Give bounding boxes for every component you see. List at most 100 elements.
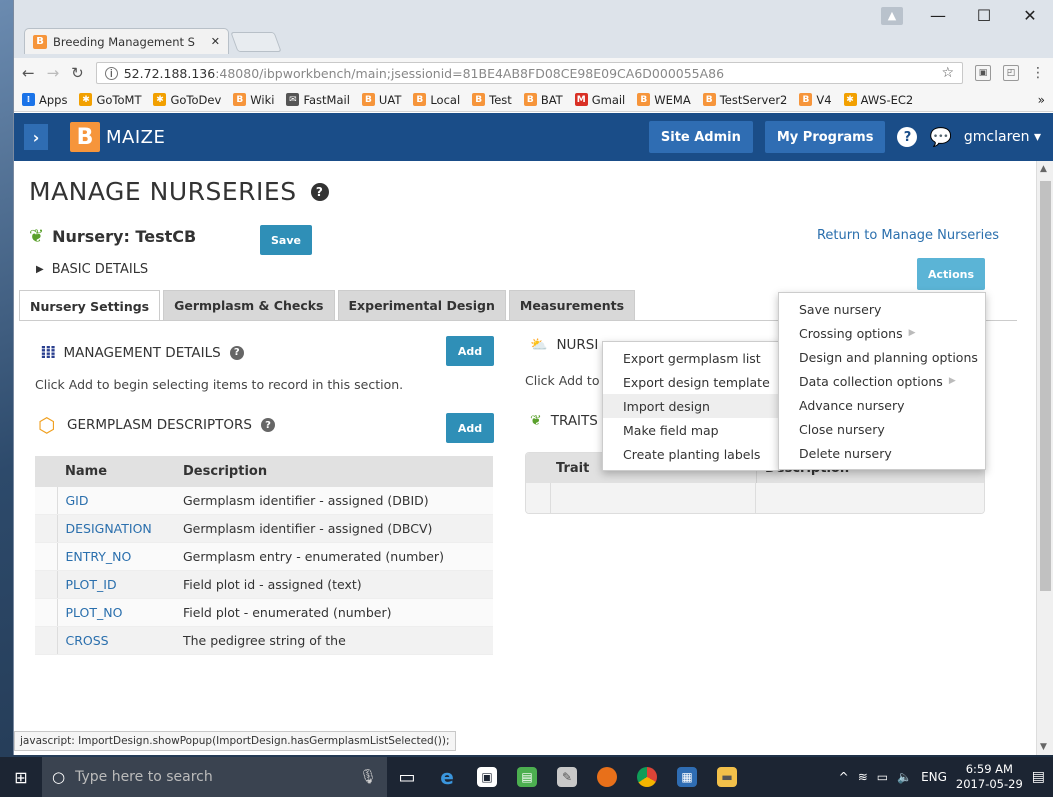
row-select-cell[interactable] [35,626,58,655]
bookmark-item[interactable]: ✉ FastMail [286,93,350,107]
windows-start-icon[interactable]: ⊞ [0,768,42,787]
row-select-cell[interactable] [35,570,58,599]
maximize-button[interactable]: ☐ [961,6,1007,25]
scroll-down-icon[interactable]: ▼ [1040,742,1047,752]
menu-item[interactable]: Make field map [603,418,779,442]
menu-item[interactable]: Create planting labels [603,442,779,466]
sidebar-toggle-chevron-icon[interactable]: › [24,124,48,150]
descriptor-name-link[interactable]: PLOT_NO [57,598,175,627]
actions-button[interactable]: Actions [917,258,985,290]
descriptor-name-link[interactable]: ENTRY_NO [57,542,175,571]
paint-app-icon[interactable]: ✎ [547,757,587,797]
back-icon[interactable]: ← [22,64,35,82]
bookmark-item[interactable]: B WEMA [637,93,691,107]
save-button[interactable]: Save [260,225,312,255]
tray-chevron-up-icon[interactable]: ^ [839,770,849,784]
bookmark-item[interactable]: B V4 [799,93,832,107]
add-management-button[interactable]: Add [446,336,494,366]
bookmark-item[interactable]: B TestServer2 [702,93,787,107]
descriptor-name-link[interactable]: PLOT_ID [57,570,175,599]
menu-icon[interactable]: ⋮ [1031,65,1045,81]
bookmark-item[interactable]: ✱ GoToDev [153,93,221,107]
menu-item[interactable]: Delete nursery [779,441,985,465]
task-view-icon[interactable]: ▭ [387,757,427,797]
menu-item[interactable]: Crossing options ▶ [779,321,985,345]
page-scrollbar[interactable]: ▲ ▼ [1036,161,1053,755]
row-select-cell[interactable] [35,514,58,543]
microphone-icon[interactable]: 🎙 [359,769,377,785]
battery-icon[interactable]: ▭ [877,770,888,784]
table-row[interactable]: ENTRY_NO Germplasm entry - enumerated (nu… [35,542,493,571]
clock[interactable]: 6:59 AM 2017-05-29 [956,762,1023,792]
menu-item[interactable]: Import design [603,394,779,418]
firefox-icon[interactable] [587,757,627,797]
menu-item[interactable]: Export germplasm list [603,346,779,370]
store-icon[interactable]: ▣ [467,757,507,797]
site-admin-button[interactable]: Site Admin [648,121,753,153]
help-icon[interactable]: ? [897,127,918,147]
table-row[interactable]: PLOT_NO Field plot - enumerated (number) [35,598,493,627]
user-menu[interactable]: gmclaren ▾ [964,129,1041,145]
profile-icon[interactable]: ▲ [881,6,903,25]
basic-details-toggle[interactable]: ▶ BASIC DETAILS [36,262,148,277]
table-row[interactable]: DESIGNATION Germplasm identifier - assign… [35,514,493,543]
scrollbar-thumb[interactable] [1040,181,1051,591]
row-select-cell[interactable] [35,598,58,627]
menu-item[interactable]: Export design template [603,370,779,394]
close-window-button[interactable]: ✕ [1007,6,1053,25]
notification-icon[interactable]: ▤ [1032,769,1045,785]
row-select-cell[interactable] [35,487,58,515]
bookmark-item[interactable]: B BAT [523,93,563,107]
descriptor-name-link[interactable]: DESIGNATION [57,514,175,543]
help-icon[interactable]: ? [229,345,244,360]
chrome-icon[interactable] [627,757,667,797]
bookmark-item[interactable]: B Wiki [233,93,274,107]
bookmarks-more[interactable]: » [1038,93,1045,107]
tab-experimental-design[interactable]: Experimental Design [337,290,506,320]
bookmark-item[interactable]: M Gmail [574,93,625,107]
descriptor-name-link[interactable]: CROSS [57,626,175,655]
minimize-button[interactable]: — [915,6,961,25]
edge-icon[interactable]: e [427,757,467,797]
notepad-app-icon[interactable]: ▤ [507,757,547,797]
menu-item[interactable]: Data collection options ▶ [779,369,985,393]
volume-icon[interactable]: 🔈 [897,770,912,784]
bookmark-item[interactable]: B Local [413,93,460,107]
new-tab-button[interactable] [230,32,282,52]
reload-icon[interactable]: ↻ [71,64,84,82]
file-explorer-icon[interactable]: ▬ [707,757,747,797]
my-programs-button[interactable]: My Programs [764,121,886,153]
chat-icon[interactable]: 💬 [929,127,951,148]
table-row[interactable]: PLOT_ID Field plot id - assigned (text) [35,570,493,599]
url-input[interactable]: i 52.72.188.136:48080/ibpworkbench/main;… [95,62,963,84]
remote-desktop-icon[interactable]: ▦ [667,757,707,797]
star-icon[interactable]: ☆ [941,65,954,81]
menu-item[interactable]: Advance nursery [779,393,985,417]
bookmark-item[interactable]: ⁞ Apps [22,93,67,107]
descriptor-name-link[interactable]: GID [57,487,175,515]
browser-tab[interactable]: B Breeding Management S ✕ [24,28,229,54]
language-indicator[interactable]: ENG [921,770,947,784]
extension-icon-2[interactable]: ◰ [1003,65,1019,81]
help-icon[interactable]: ? [310,182,329,201]
network-icon[interactable]: ≋ [858,770,868,784]
info-icon[interactable]: i [104,66,118,80]
close-icon[interactable]: ✕ [211,35,220,48]
table-row[interactable]: GID Germplasm identifier - assigned (DBID… [35,487,493,515]
tab-germplasm-checks[interactable]: Germplasm & Checks [163,290,335,320]
menu-item[interactable]: Save nursery [779,297,985,321]
tab-measurements[interactable]: Measurements [508,290,636,320]
scroll-up-icon[interactable]: ▲ [1040,164,1047,174]
extension-icon[interactable]: ▣ [975,65,991,81]
table-row[interactable]: CROSS The pedigree string of the [35,626,493,655]
menu-item[interactable]: Close nursery [779,417,985,441]
help-icon[interactable]: ? [260,418,275,432]
add-germplasm-descriptor-button[interactable]: Add [446,413,494,443]
bookmark-item[interactable]: B UAT [361,93,401,107]
bookmark-item[interactable]: B Test [472,93,512,107]
bookmark-item[interactable]: ✱ AWS-EC2 [843,93,913,107]
return-link[interactable]: Return to Manage Nurseries [817,228,999,243]
menu-item[interactable]: Design and planning options [779,345,985,369]
tab-nursery-settings[interactable]: Nursery Settings [19,290,161,321]
forward-icon[interactable]: → [47,64,60,82]
